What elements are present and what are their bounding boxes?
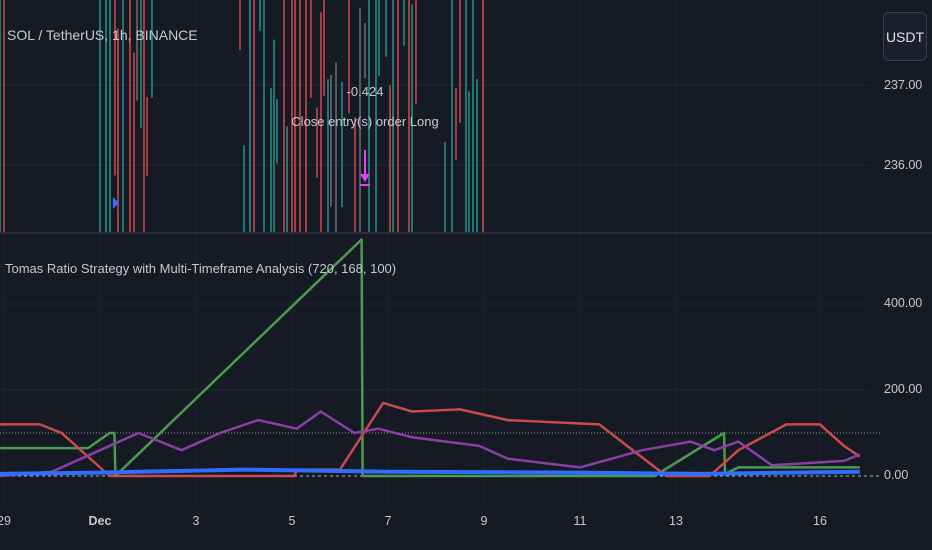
x-tick-label: 29 bbox=[0, 514, 11, 528]
x-tick-label: 5 bbox=[288, 514, 296, 528]
y-tick-label: 0.00 bbox=[884, 468, 909, 482]
reference-lines bbox=[0, 432, 880, 477]
x-tick-label: 9 bbox=[480, 514, 488, 528]
series-purple bbox=[0, 410, 861, 478]
currency-button[interactable]: USDT bbox=[883, 12, 927, 61]
trade-order-label: Close entry(s) order Long bbox=[291, 114, 439, 129]
x-tick-label: 11 bbox=[573, 514, 587, 528]
x-tick-label: 13 bbox=[669, 514, 683, 528]
trade-value-label: -0.424 bbox=[346, 84, 384, 99]
x-tick-label: 16 bbox=[813, 514, 827, 528]
y-tick-label: 400.00 bbox=[884, 296, 923, 310]
price-tick: 237.00 bbox=[884, 78, 923, 92]
x-tick-label: 3 bbox=[192, 514, 200, 528]
indicator-title[interactable]: Tomas Ratio Strategy with Multi-Timefram… bbox=[5, 261, 396, 276]
y-tick-label: 200.00 bbox=[884, 382, 923, 396]
symbol-title[interactable]: SOL / TetherUS, 1h, BINANCE bbox=[7, 27, 198, 43]
x-tick-label: Dec bbox=[88, 514, 112, 528]
x-tick-label: 7 bbox=[384, 514, 392, 528]
price-tick: 236.00 bbox=[884, 158, 923, 172]
